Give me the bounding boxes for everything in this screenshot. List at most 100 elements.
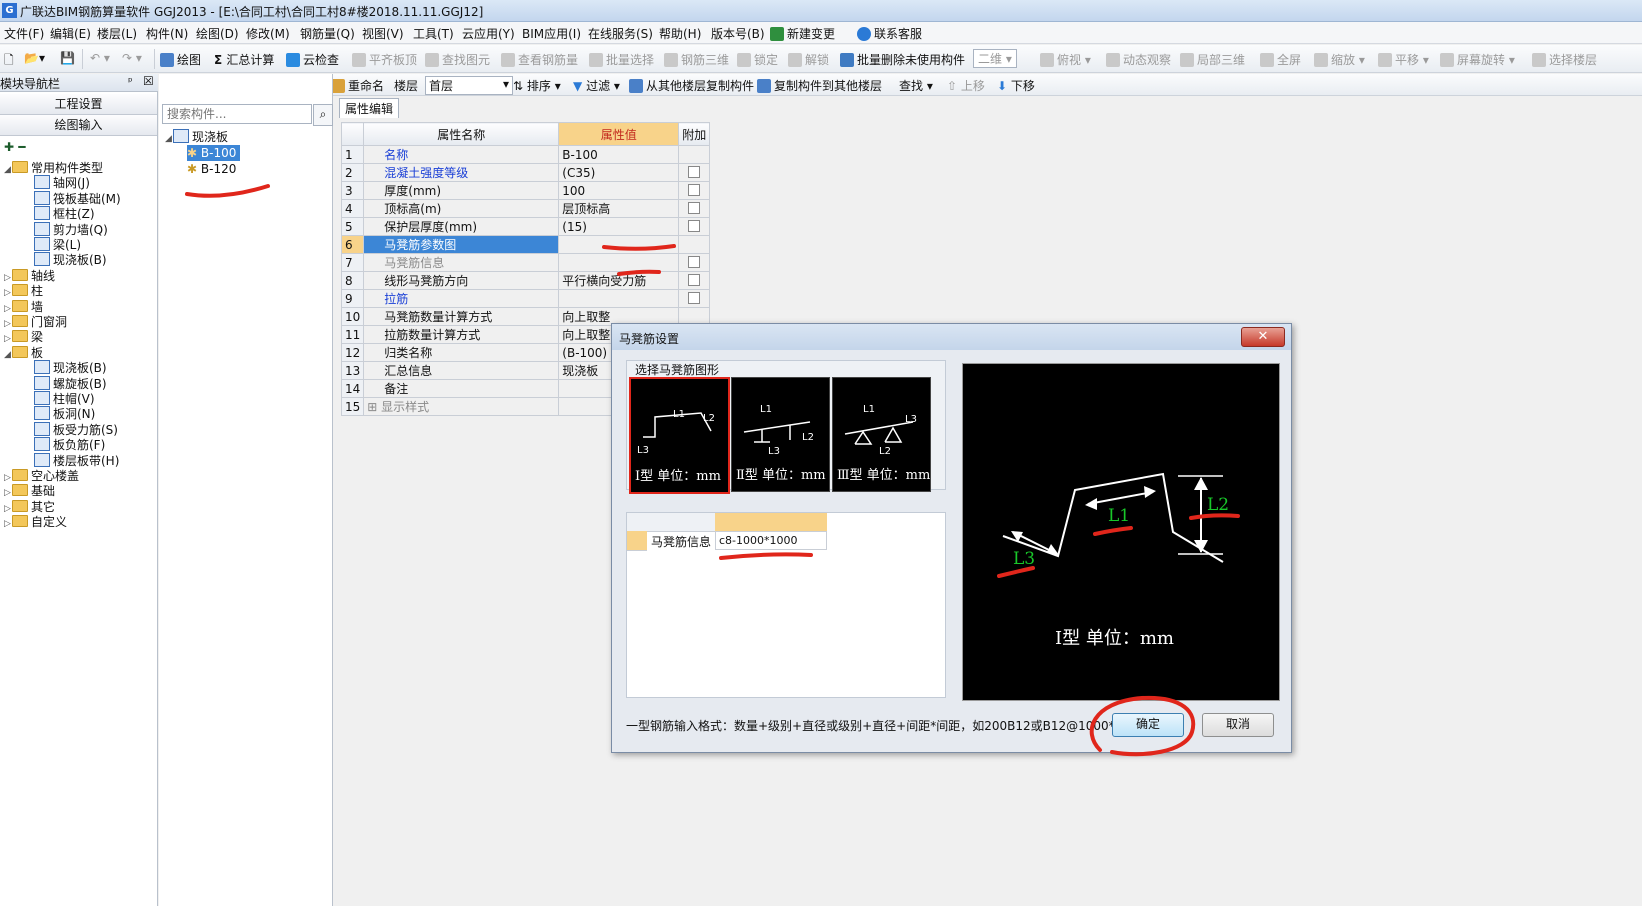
property-value[interactable]: 层顶标高 [558,199,680,218]
copy-from-other-floor-button[interactable]: 从其他楼层复制构件 [629,77,754,94]
nav-folder[interactable]: ▷ 门窗洞 [4,314,67,330]
search-input[interactable] [162,104,312,124]
batch-select-button[interactable]: 批量选择 [589,51,654,68]
property-row[interactable]: 4 顶标高(m) 层顶标高 [340,199,711,218]
draw-button[interactable]: 绘图 [160,51,201,68]
nav-tree-item[interactable]: 现浇板(B) [34,360,107,376]
component-item-b120[interactable]: ✱ B-120 [187,161,236,177]
menu-online-service[interactable]: 在线服务(S) [588,25,653,42]
property-value[interactable] [558,289,680,308]
find-element-button[interactable]: 查找图元 [425,51,490,68]
property-row[interactable]: 2 混凝土强度等级 (C35) [340,163,711,182]
align-slab-top-button[interactable]: 平齐板顶 [352,51,417,68]
copy-to-other-floor-button[interactable]: 复制构件到其他楼层 [757,77,882,94]
nav-folder[interactable]: ▷ 基础 [4,483,55,499]
menu-new-change[interactable]: 新建变更 [770,25,835,42]
move-up-button[interactable]: ⇧ 上移 [947,77,985,94]
menu-bim[interactable]: BIM应用(I) [522,25,581,42]
nav-folder[interactable]: ▷ 墙 [4,299,43,315]
menu-rebar-quantity[interactable]: 钢筋量(Q) [300,25,355,42]
unlock-button[interactable]: 解锁 [788,51,829,68]
property-row[interactable]: 1 名称 B-100 [340,145,711,164]
nav-folder[interactable]: ◢ 常用构件类型 [4,160,103,176]
nav-tree-item[interactable]: 柱帽(V) [34,391,95,407]
sort-button[interactable]: ⇅ 排序 ▾ [513,77,561,94]
extra-checkbox[interactable] [688,165,701,178]
extra-checkbox[interactable] [688,183,701,196]
redo-button[interactable]: ↷ ▾ [122,51,142,65]
property-value[interactable]: (C35) [558,163,680,182]
nav-tree-item[interactable]: 螺旋板(B) [34,375,107,392]
nav-tree-item[interactable]: 框柱(Z) [34,206,95,222]
nav-folder[interactable]: ▷ 轴线 [4,268,55,284]
property-row[interactable]: 6 马凳筋参数图 [340,235,711,254]
component-item-b100[interactable]: ✱ B-100 [187,145,241,161]
nav-folder[interactable]: ▷ 空心楼盖 [4,468,79,484]
dynamic-view-button[interactable]: 动态观察 [1106,51,1171,68]
search-icon[interactable]: ⌕ [313,104,333,126]
nav-folder[interactable]: ▷ 自定义 [4,514,67,530]
property-row[interactable]: 5 保护层厚度(mm) (15) [340,217,711,236]
ok-button[interactable]: 确定 [1112,713,1184,737]
sum-calc-button[interactable]: Σ 汇总计算 [214,51,274,68]
nav-folder[interactable]: ▷ 其它 [4,499,55,515]
view-mode-select[interactable]: 二维 ▾ [973,49,1017,68]
menu-edit[interactable]: 编辑(E) [50,25,91,42]
undo-button[interactable]: ↶ ▾ [90,51,110,65]
nav-tree-item[interactable]: 板洞(N) [34,406,95,422]
cloud-check-button[interactable]: 云检查 [286,51,339,68]
nav-folder[interactable]: ▷ 梁 [4,329,43,345]
shape-option-type2[interactable]: L1 L2 L3 Ⅱ型 单位：mm [731,377,830,492]
lock-button[interactable]: 锁定 [737,51,778,68]
stool-bar-info-input[interactable]: c8-1000*1000 [715,531,827,550]
menu-component[interactable]: 构件(N) [146,25,188,42]
dialog-close-button[interactable]: ✕ [1241,327,1285,347]
menu-floor[interactable]: 楼层(L) [97,25,137,42]
menu-cloud[interactable]: 云应用(Y) [462,25,515,42]
open-file-button[interactable]: 📂▾ [24,51,45,65]
property-value[interactable]: 100 [558,181,680,200]
property-row[interactable]: 3 厚度(mm) 100 [340,181,711,200]
cancel-button[interactable]: 取消 [1202,713,1274,737]
rotate-screen-button[interactable]: 屏幕旋转 ▾ [1440,51,1515,68]
extra-checkbox[interactable] [688,291,701,304]
view-rebar-button[interactable]: 查看钢筋量 [501,51,578,68]
property-value[interactable]: (15) [558,217,680,236]
menu-modify[interactable]: 修改(M) [246,25,290,42]
save-button[interactable]: 💾 [60,51,75,65]
nav-tree-item[interactable]: 筏板基础(M) [34,190,121,207]
property-row[interactable]: 7 马凳筋信息 [340,253,711,272]
menu-draw[interactable]: 绘图(D) [196,25,239,42]
tree-root-slab[interactable]: ◢ 现浇板 [165,129,228,145]
property-row[interactable]: 8 线形马凳筋方向 平行横向受力筋 [340,271,711,290]
nav-tree-item[interactable]: 剪力墙(Q) [34,221,108,238]
batch-delete-unused-button[interactable]: 批量删除未使用构件 [840,51,965,68]
extra-checkbox[interactable] [688,201,701,214]
rebar-3d-button[interactable]: 钢筋三维 [664,51,729,68]
top-view-button[interactable]: 俯视 ▾ [1040,51,1091,68]
nav-tree-item[interactable]: 楼层板带(H) [34,452,119,469]
property-value[interactable]: 平行横向受力筋 [558,271,680,290]
find-component-button[interactable]: 查找 ▾ [899,77,933,94]
extra-checkbox[interactable] [688,255,701,268]
property-value[interactable]: B-100 [558,145,680,164]
nav-folder[interactable]: ▷ 柱 [4,283,43,299]
project-settings-button[interactable]: 工程设置 [0,94,157,115]
property-row[interactable]: 9 拉筋 [340,289,711,308]
property-value[interactable] [558,235,680,254]
zoom-button[interactable]: 缩放 ▾ [1314,51,1365,68]
pin-icon[interactable]: ᵖ [128,75,133,88]
nav-tree-item[interactable]: 轴网(J) [34,175,90,191]
nav-tree-item[interactable]: 板负筋(F) [34,437,105,453]
shape-option-type1[interactable]: L1 L2 L3 Ⅰ型 单位：mm [629,377,730,494]
extra-checkbox[interactable] [688,273,701,286]
menu-help[interactable]: 帮助(H) [659,25,701,42]
collapse-icon[interactable]: ◢ [4,347,12,363]
collapse-icon[interactable]: ◢ [4,162,12,178]
nav-tree-item[interactable]: 板受力筋(S) [34,421,118,438]
pan-button[interactable]: 平移 ▾ [1378,51,1429,68]
nav-tree-item[interactable]: 梁(L) [34,237,81,253]
fullscreen-button[interactable]: 全屏 [1260,51,1301,68]
expand-collapse-icons[interactable]: ✚ ━ [4,140,25,154]
filter-button[interactable]: ▼ 过滤 ▾ [573,77,620,94]
